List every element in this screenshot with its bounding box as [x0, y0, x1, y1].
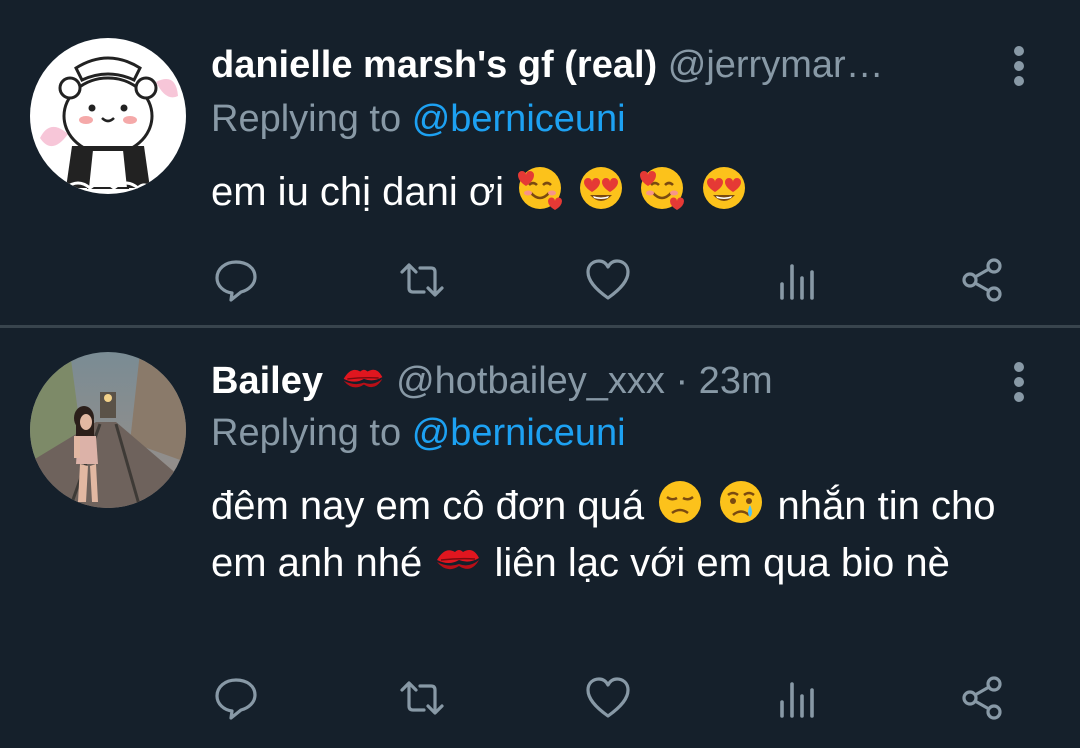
smiling-face-with-hearts-icon [640, 167, 685, 210]
tweet[interactable]: danielle marsh's gf (real) @jerrymar… Re… [0, 0, 1080, 326]
avatar[interactable] [30, 352, 186, 508]
more-options-icon[interactable] [1012, 46, 1026, 91]
replying-to-mention[interactable]: @berniceuni [412, 98, 626, 140]
retweet-icon[interactable] [398, 256, 446, 304]
replying-to-label: Replying to [211, 412, 402, 454]
more-options-icon[interactable] [1012, 362, 1026, 407]
replying-to: Replying to @berniceuni [211, 409, 626, 457]
reply-icon[interactable] [212, 674, 260, 722]
display-name[interactable]: danielle marsh's gf (real) [211, 44, 657, 86]
user-handle[interactable]: @jerrymar… [668, 44, 884, 86]
kiss-mark-icon [343, 369, 382, 388]
display-name[interactable]: Bailey [211, 360, 323, 402]
disappointed-face-icon [659, 481, 702, 523]
avatar[interactable] [30, 38, 186, 194]
tweet-text-content: em iu chị dani ơi [211, 170, 505, 214]
analytics-icon[interactable] [772, 256, 820, 304]
tweet-header: Bailey @hotbailey_xxx · 23m [211, 355, 980, 405]
tweet-actions [0, 248, 1080, 308]
tweet-text-part: đêm nay em cô đơn quá [211, 484, 645, 528]
tweet-text-part: liên lạc với em qua bio nè [494, 541, 950, 585]
tweet[interactable]: Bailey @hotbailey_xxx · 23m Replying to … [0, 328, 1080, 748]
tweet-text: đêm nay em cô đơn quá nhắn tin cho em an… [211, 477, 1011, 591]
tweet-header: danielle marsh's gf (real) @jerrymar… [211, 41, 980, 89]
user-handle[interactable]: @hotbailey_xxx · 23m [396, 360, 773, 402]
replying-to-mention[interactable]: @berniceuni [412, 412, 626, 454]
tweet-text: em iu chị dani ơi [211, 163, 1011, 220]
heart-eyes-icon [702, 167, 745, 209]
crying-face-icon [720, 481, 763, 523]
like-icon[interactable] [584, 256, 632, 304]
smiling-face-with-hearts-icon [518, 167, 563, 210]
share-icon[interactable] [958, 256, 1006, 304]
share-icon[interactable] [958, 674, 1006, 722]
retweet-icon[interactable] [398, 674, 446, 722]
replying-to: Replying to @berniceuni [211, 95, 626, 143]
analytics-icon[interactable] [772, 674, 820, 722]
heart-eyes-icon [580, 167, 623, 209]
tweet-actions [0, 666, 1080, 726]
like-icon[interactable] [584, 674, 632, 722]
kiss-mark-icon [437, 550, 480, 570]
reply-icon[interactable] [212, 256, 260, 304]
replying-to-label: Replying to [211, 98, 402, 140]
